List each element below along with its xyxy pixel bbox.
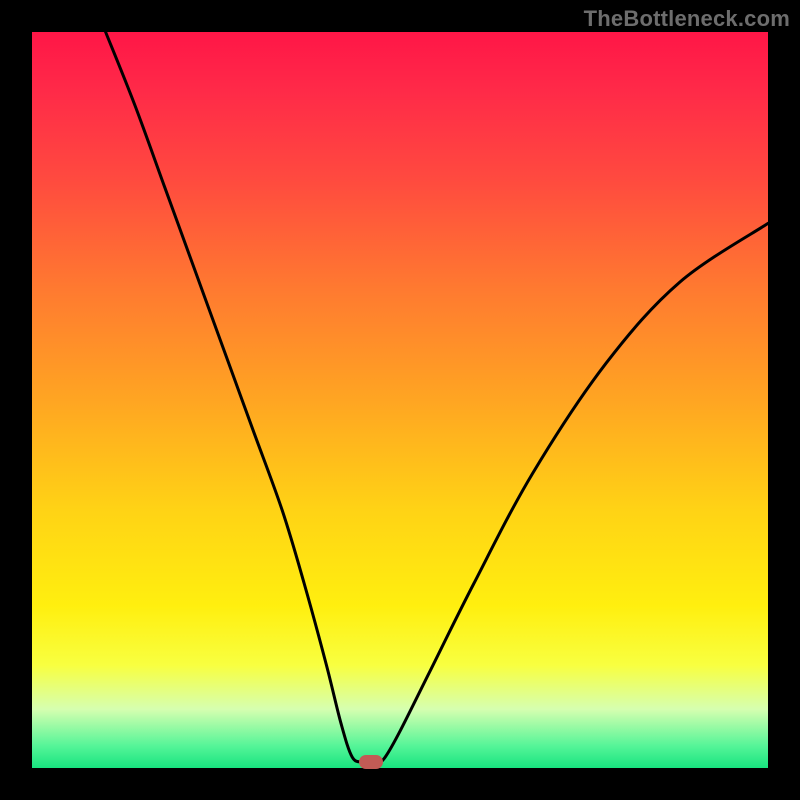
- plot-area: [32, 32, 768, 768]
- min-marker: [359, 755, 383, 769]
- bottleneck-curve: [106, 32, 768, 763]
- chart-frame: TheBottleneck.com: [0, 0, 800, 800]
- watermark-text: TheBottleneck.com: [584, 6, 790, 32]
- curve-layer: [32, 32, 768, 768]
